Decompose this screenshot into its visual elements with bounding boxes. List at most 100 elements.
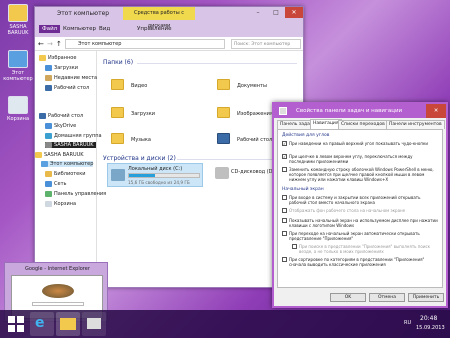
computer-icon xyxy=(8,50,28,68)
navigation-pane: Избранное Загрузки Недавние места Рабочи… xyxy=(35,51,106,277)
desktop-icon xyxy=(39,113,46,119)
folder-label[interactable]: Видео xyxy=(131,83,147,89)
nav-item-libraries[interactable]: Библиотеки xyxy=(45,171,86,177)
checkbox[interactable] xyxy=(282,167,287,172)
nav-item-recent[interactable]: Недавние места xyxy=(45,75,97,81)
cancel-button[interactable]: Отмена xyxy=(369,293,405,302)
drive-icon xyxy=(111,169,125,181)
recent-icon xyxy=(45,75,52,81)
nav-item-favorites[interactable]: Избранное xyxy=(39,55,76,61)
nav-item-recycle[interactable]: Корзина xyxy=(45,201,76,207)
checkbox[interactable] xyxy=(282,257,287,262)
nav-item-user-1[interactable]: SASHA BARUUK xyxy=(45,142,96,148)
desktop-icon-label: Корзина xyxy=(6,116,30,122)
tab-view[interactable]: Вид xyxy=(99,26,110,32)
option-charms-corner[interactable]: ✓ При наведении на правый верхний угол по… xyxy=(282,141,438,146)
option-start-on-display[interactable]: Показывать начальный экран на используем… xyxy=(282,218,438,228)
cd-drive-icon[interactable] xyxy=(215,167,229,179)
folder-label[interactable]: Рабочий стол xyxy=(237,137,272,143)
tab-toolbars[interactable]: Панели инструментов xyxy=(386,120,445,129)
nav-item-desktop[interactable]: Рабочий стол xyxy=(45,85,89,91)
drive-c-tile[interactable]: Локальный диск (C:) 15,6 ГБ свободно из … xyxy=(107,163,203,187)
desktop-icon-computer[interactable]: Этот компьютер xyxy=(1,50,35,82)
desktop-icon-user[interactable]: SASHA BARUUK xyxy=(1,4,35,36)
option-powershell[interactable]: Заменить командную строку оболочкой Wind… xyxy=(282,167,438,182)
star-icon xyxy=(39,55,46,61)
checkbox[interactable] xyxy=(282,231,287,236)
folder-label[interactable]: Изображения xyxy=(237,111,273,117)
option-label: При переходе на начальный экран автомати… xyxy=(289,231,420,241)
videos-folder-icon[interactable] xyxy=(111,79,124,90)
tab-file[interactable]: Файл xyxy=(39,25,61,33)
option-desktop-apps-first[interactable]: При сортировке по категориям в представл… xyxy=(282,257,438,267)
checkbox[interactable] xyxy=(282,195,287,200)
downloads-icon xyxy=(45,65,52,71)
address-bar-row: ← → ↑ Этот компьютер Поиск: Этот компьют… xyxy=(35,37,303,51)
checkbox[interactable] xyxy=(282,208,287,213)
cd-drive-label[interactable]: CD-дисковод (D:) xyxy=(231,169,276,175)
nav-item-network[interactable]: Сеть xyxy=(45,181,66,187)
folder-icon xyxy=(60,318,76,330)
ok-button[interactable]: OK xyxy=(330,293,366,302)
taskbar-settings-button[interactable] xyxy=(82,312,106,336)
nav-item-skydrive[interactable]: SkyDrive xyxy=(45,123,76,129)
nav-item-downloads[interactable]: Загрузки xyxy=(45,65,78,71)
start-button[interactable] xyxy=(4,312,28,336)
tab-manage[interactable]: Управление xyxy=(137,26,172,32)
option-desktop-background[interactable]: Отображать фон рабочего стола на начальн… xyxy=(282,208,438,213)
folder-label[interactable]: Музыка xyxy=(131,137,151,143)
maximize-button[interactable]: □ xyxy=(267,7,285,18)
taskbar-ie-button[interactable]: e xyxy=(30,312,54,336)
clock-time[interactable]: 20:48 xyxy=(420,315,437,322)
search-placeholder: Поиск: Этот компьютер xyxy=(234,42,291,47)
folder-label[interactable]: Документы xyxy=(237,83,267,89)
folder-label[interactable]: Загрузки xyxy=(131,111,155,117)
option-boot-to-desktop[interactable]: При входе в систему и закрытии всех прил… xyxy=(282,195,438,205)
nav-item-homegroup[interactable]: Домашняя группа xyxy=(45,133,102,139)
homegroup-icon xyxy=(45,133,52,139)
section-corner-actions: Действия для углов xyxy=(282,133,330,138)
group-divider xyxy=(137,63,297,64)
nav-item-this-pc[interactable]: Этот компьютер xyxy=(41,161,94,167)
downloads-folder-icon[interactable] xyxy=(111,107,124,118)
taskbar-explorer-button[interactable] xyxy=(56,312,80,336)
up-arrow-icon[interactable]: ↑ xyxy=(56,40,62,48)
dialog-close-button[interactable]: ✕ xyxy=(426,104,446,118)
tab-computer[interactable]: Компьютер xyxy=(63,26,96,32)
nav-item-desktop-root[interactable]: Рабочий стол xyxy=(39,113,83,119)
music-folder-icon[interactable] xyxy=(111,133,124,144)
option-switch-apps-corner[interactable]: ✓ При щелчке в левом верхнем углу, перекл… xyxy=(282,154,438,164)
drives-group-header[interactable]: Устройства и диски (2) xyxy=(103,155,176,162)
nav-label: Недавние места xyxy=(54,75,98,81)
nav-item-user-2[interactable]: SASHA BARUUK xyxy=(35,152,84,158)
desktop-icon-recycle[interactable]: Корзина xyxy=(1,96,35,122)
window-title: Этот компьютер xyxy=(57,10,110,17)
search-input[interactable]: Поиск: Этот компьютер xyxy=(231,39,301,49)
option-label: Заменить командную строку оболочкой Wind… xyxy=(289,167,434,182)
option-search-everywhere[interactable]: При поиске в представлении "Приложения" … xyxy=(292,244,438,254)
nav-label: Рабочий стол xyxy=(48,113,84,119)
checkbox[interactable]: ✓ xyxy=(282,154,287,159)
back-arrow-icon[interactable]: ← xyxy=(38,40,44,48)
ribbon-tools-header: Средства работы с дисками xyxy=(123,7,195,29)
option-apps-view[interactable]: При переходе на начальный экран автомати… xyxy=(282,231,438,241)
desktop-folder-icon[interactable] xyxy=(217,133,230,144)
close-button[interactable]: ✕ xyxy=(285,7,303,18)
language-indicator[interactable]: RU xyxy=(404,320,411,326)
folders-group-header[interactable]: Папки (6) xyxy=(103,59,133,66)
search-box xyxy=(32,302,84,306)
tab-jump-lists[interactable]: Списки переходов xyxy=(338,120,388,129)
nav-label: SASHA BARUUK xyxy=(44,152,84,158)
address-field[interactable]: Этот компьютер xyxy=(65,39,225,49)
network-icon xyxy=(45,181,52,187)
checkbox[interactable] xyxy=(282,218,287,223)
pictures-folder-icon[interactable] xyxy=(217,107,230,118)
checkbox[interactable]: ✓ xyxy=(282,141,287,146)
drive-c-free: 15,6 ГБ свободно из 24,9 ГБ xyxy=(128,180,190,185)
apply-button[interactable]: Применить xyxy=(408,293,444,302)
forward-arrow-icon[interactable]: → xyxy=(47,40,53,48)
checkbox[interactable] xyxy=(292,244,297,249)
clock-date[interactable]: 15.09.2013 xyxy=(416,325,445,331)
documents-folder-icon[interactable] xyxy=(217,79,230,90)
minimize-button[interactable]: – xyxy=(249,7,267,18)
